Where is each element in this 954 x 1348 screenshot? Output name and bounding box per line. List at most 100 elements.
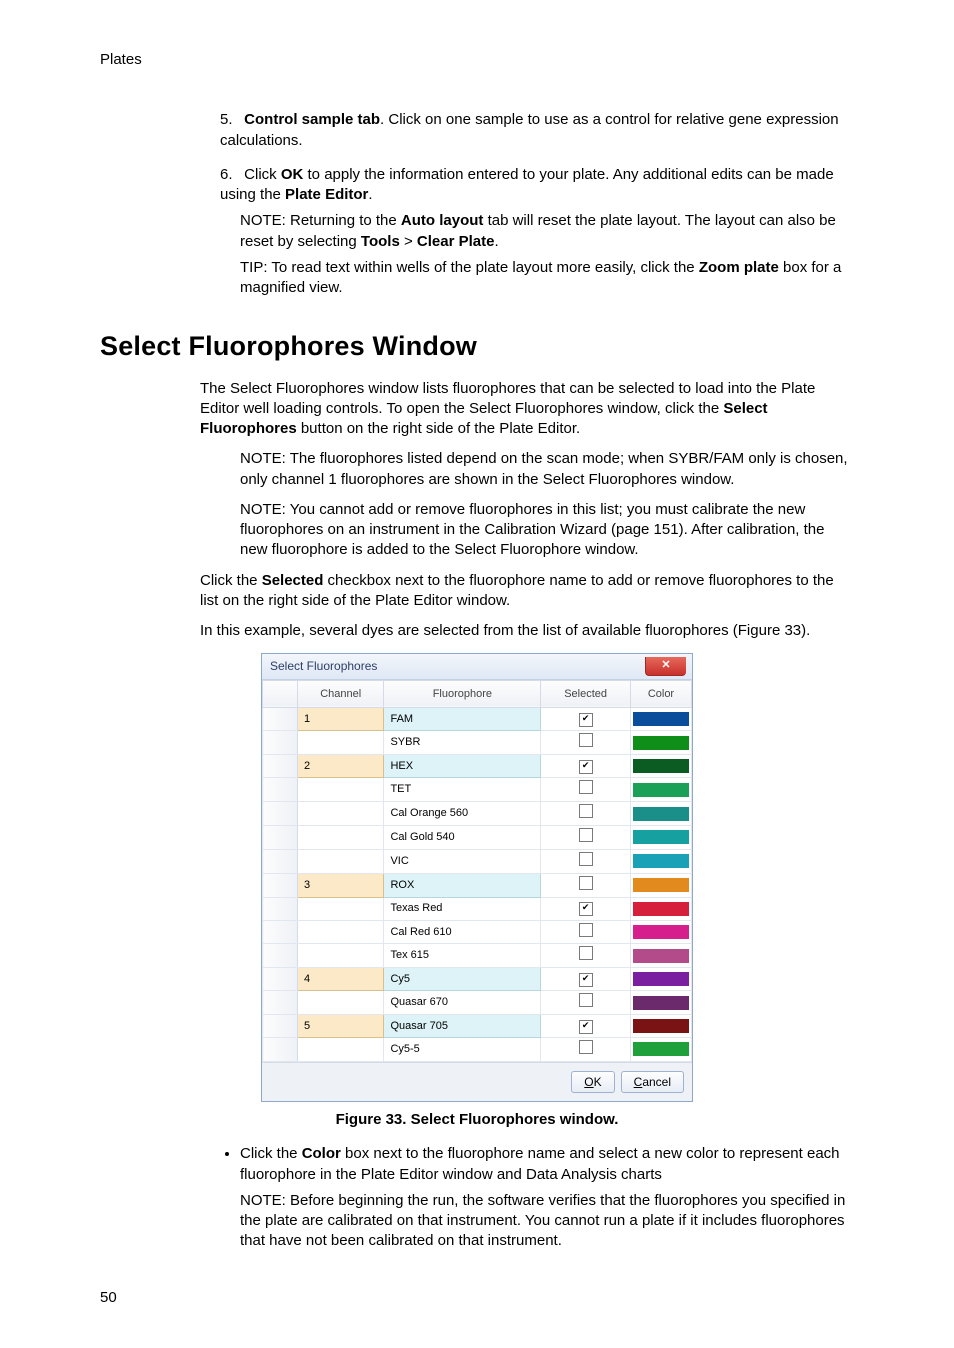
color-cell[interactable] [630, 778, 691, 802]
fluorophore-cell: SYBR [384, 731, 541, 755]
color-swatch[interactable] [633, 736, 689, 750]
color-cell[interactable] [630, 1015, 691, 1038]
table-row: Cal Gold 540 [263, 826, 692, 850]
color-swatch[interactable] [633, 1019, 689, 1033]
color-cell[interactable] [630, 897, 691, 920]
fluorophore-cell: Cy5 [384, 968, 541, 991]
selected-cell [541, 826, 631, 850]
selected-cell [541, 873, 631, 897]
color-swatch[interactable] [633, 925, 689, 939]
color-cell[interactable] [630, 731, 691, 755]
fluorophore-cell: Cy5-5 [384, 1038, 541, 1062]
step-number: 5. [220, 110, 240, 130]
checkbox-icon[interactable] [579, 828, 593, 842]
note-text: NOTE: Returning to the [240, 212, 401, 229]
ok-rest: K [594, 1075, 602, 1089]
col-color[interactable]: Color [630, 680, 691, 708]
channel-cell [298, 1038, 384, 1062]
checkbox-icon[interactable] [579, 804, 593, 818]
color-cell[interactable] [630, 920, 691, 944]
clear-plate-bold: Clear Plate [417, 233, 495, 250]
fluorophore-cell: ROX [384, 873, 541, 897]
channel-cell [298, 991, 384, 1015]
channel-cell: 5 [298, 1015, 384, 1038]
window-footer: OK Cancel [262, 1062, 692, 1101]
color-swatch[interactable] [633, 712, 689, 726]
color-swatch[interactable] [633, 830, 689, 844]
checkbox-icon[interactable] [579, 852, 593, 866]
section-heading: Select Fluorophores Window [100, 328, 854, 364]
cancel-button[interactable]: Cancel [621, 1071, 684, 1093]
checkbox-icon[interactable] [579, 780, 593, 794]
step-number: 6. [220, 165, 240, 185]
checkbox-icon[interactable] [579, 946, 593, 960]
color-cell[interactable] [630, 991, 691, 1015]
table-row: 1FAM [263, 708, 692, 731]
color-swatch[interactable] [633, 807, 689, 821]
row-header [263, 1038, 298, 1062]
color-bold: Color [302, 1145, 341, 1162]
example-line: In this example, several dyes are select… [200, 621, 854, 641]
channel-cell: 3 [298, 873, 384, 897]
checkbox-icon[interactable] [579, 973, 593, 987]
selected-cell [541, 802, 631, 826]
row-header [263, 802, 298, 826]
checkbox-icon[interactable] [579, 733, 593, 747]
window-titlebar: Select Fluorophores ✕ [262, 654, 692, 679]
note-text: > [400, 233, 417, 250]
step-5: 5. Control sample tab. Click on one samp… [220, 110, 854, 151]
step-text: Click [244, 166, 281, 183]
color-swatch[interactable] [633, 1042, 689, 1056]
checkbox-icon[interactable] [579, 876, 593, 890]
checkbox-icon[interactable] [579, 1040, 593, 1054]
selected-cell [541, 1038, 631, 1062]
cancel-rest: ancel [642, 1075, 671, 1089]
table-row: 3ROX [263, 873, 692, 897]
color-cell[interactable] [630, 968, 691, 991]
color-swatch[interactable] [633, 949, 689, 963]
color-cell[interactable] [630, 826, 691, 850]
table-row: 5Quasar 705 [263, 1015, 692, 1038]
checkbox-icon[interactable] [579, 923, 593, 937]
color-swatch[interactable] [633, 759, 689, 773]
checkbox-icon[interactable] [579, 713, 593, 727]
checkbox-icon[interactable] [579, 760, 593, 774]
row-header [263, 849, 298, 873]
selected-cell [541, 708, 631, 731]
color-swatch[interactable] [633, 783, 689, 797]
table-row: SYBR [263, 731, 692, 755]
color-cell[interactable] [630, 944, 691, 968]
col-fluorophore[interactable]: Fluorophore [384, 680, 541, 708]
checkbox-icon[interactable] [579, 902, 593, 916]
color-swatch[interactable] [633, 996, 689, 1010]
table-row: VIC [263, 849, 692, 873]
figure-caption: Figure 33. Select Fluorophores window. [100, 1110, 854, 1130]
color-cell[interactable] [630, 708, 691, 731]
table-row: Tex 615 [263, 944, 692, 968]
color-cell[interactable] [630, 802, 691, 826]
row-header [263, 944, 298, 968]
fluorophore-table: Channel Fluorophore Selected Color 1FAMS… [262, 680, 692, 1062]
color-cell[interactable] [630, 873, 691, 897]
col-channel[interactable]: Channel [298, 680, 384, 708]
row-header [263, 968, 298, 991]
color-swatch[interactable] [633, 878, 689, 892]
color-swatch[interactable] [633, 902, 689, 916]
checkbox-icon[interactable] [579, 1020, 593, 1034]
table-row: Cal Red 610 [263, 920, 692, 944]
close-icon[interactable]: ✕ [645, 657, 686, 676]
color-cell[interactable] [630, 755, 691, 778]
fluorophore-cell: VIC [384, 849, 541, 873]
color-cell[interactable] [630, 849, 691, 873]
step-note: NOTE: Returning to the Auto layout tab w… [240, 211, 854, 252]
col-selected[interactable]: Selected [541, 680, 631, 708]
ok-button[interactable]: OK [571, 1071, 614, 1093]
color-swatch[interactable] [633, 854, 689, 868]
row-header [263, 920, 298, 944]
checkbox-icon[interactable] [579, 993, 593, 1007]
table-row: 4Cy5 [263, 968, 692, 991]
color-swatch[interactable] [633, 972, 689, 986]
intro-text: button on the right side of the Plate Ed… [297, 420, 581, 437]
color-cell[interactable] [630, 1038, 691, 1062]
channel-cell: 1 [298, 708, 384, 731]
